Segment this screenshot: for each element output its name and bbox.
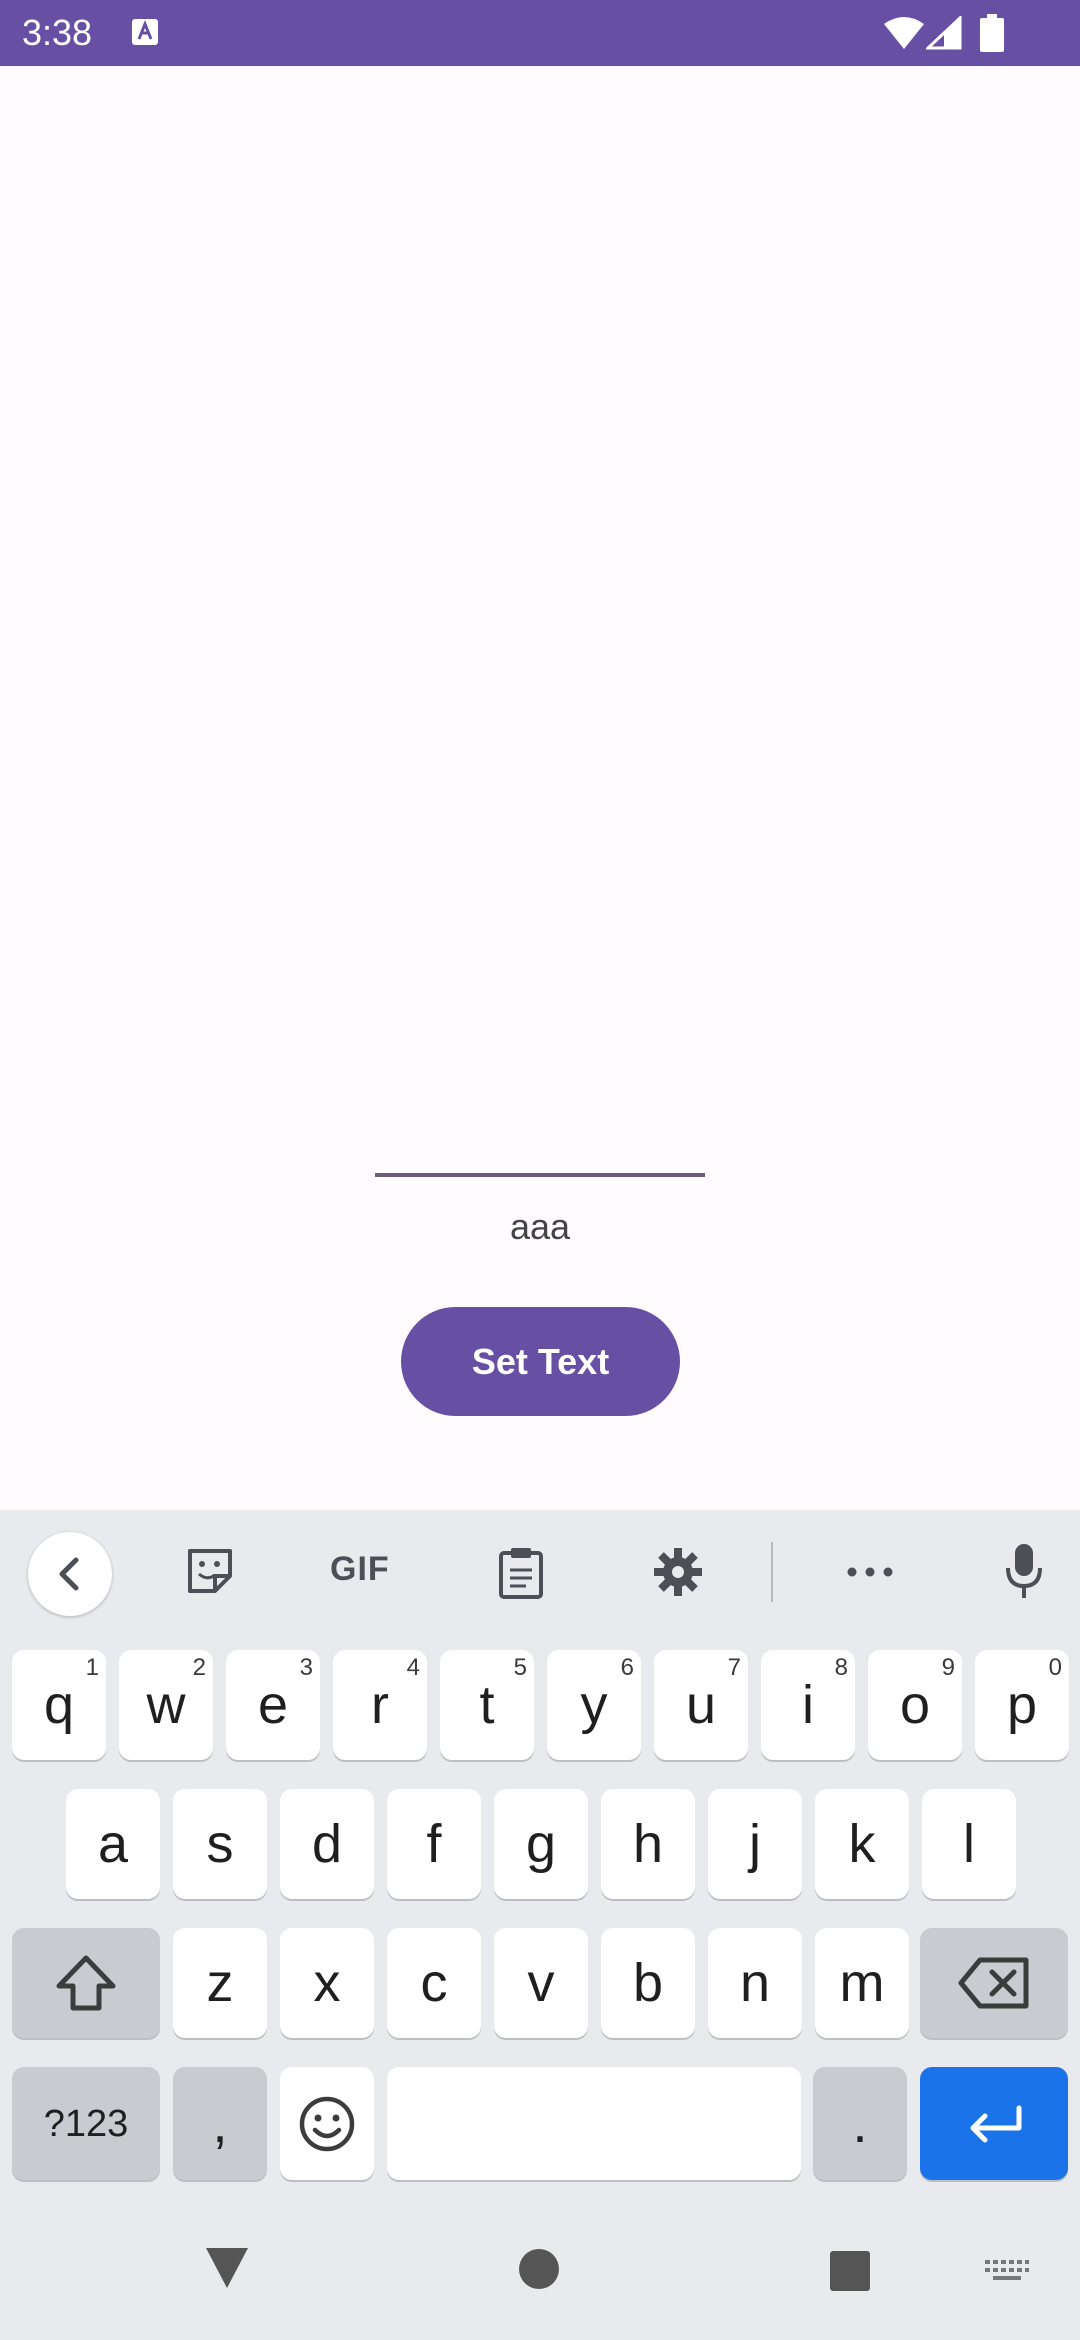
keyboard-switch-icon[interactable] <box>985 2260 1029 2284</box>
key-z[interactable]: z <box>173 1928 267 2038</box>
key-e[interactable]: e3 <box>226 1650 320 1760</box>
key-s[interactable]: s <box>173 1789 267 1899</box>
key-q[interactable]: q1 <box>12 1650 106 1760</box>
microphone-icon[interactable] <box>1004 1542 1044 1600</box>
key-h[interactable]: h <box>601 1789 695 1899</box>
key-a[interactable]: a <box>66 1789 160 1899</box>
enter-key[interactable] <box>920 2067 1068 2180</box>
recents-square-icon[interactable] <box>829 2250 871 2292</box>
key-t[interactable]: t5 <box>440 1650 534 1760</box>
gif-button[interactable]: GIF <box>330 1550 390 1589</box>
signal-icon <box>926 16 962 50</box>
backspace-key[interactable] <box>920 1928 1068 2038</box>
toolbar-divider <box>771 1542 773 1602</box>
key-p[interactable]: p0 <box>975 1650 1069 1760</box>
key-g[interactable]: g <box>494 1789 588 1899</box>
key-y[interactable]: y6 <box>547 1650 641 1760</box>
status-bar: 3:38 <box>0 0 1080 66</box>
back-triangle-icon[interactable] <box>204 2246 250 2290</box>
chevron-left-icon <box>59 1557 79 1591</box>
key-i[interactable]: i8 <box>761 1650 855 1760</box>
key-b[interactable]: b <box>601 1928 695 2038</box>
set-text-button[interactable]: Set Text <box>401 1307 680 1416</box>
key-w[interactable]: w2 <box>119 1650 213 1760</box>
text-input-underline[interactable] <box>375 1173 705 1177</box>
symbols-key[interactable]: ?123 <box>12 2067 160 2180</box>
key-l[interactable]: l <box>922 1789 1016 1899</box>
smiley-emoji-icon <box>299 2096 355 2151</box>
enter-return-icon <box>970 2105 1022 2142</box>
space-key[interactable] <box>387 2067 801 2180</box>
display-text: aaa <box>509 1206 571 1247</box>
keyboard-toolbar: GIF <box>0 1510 1080 1630</box>
battery-icon <box>980 14 1004 52</box>
status-time: 3:38 <box>22 12 93 53</box>
key-o[interactable]: o9 <box>868 1650 962 1760</box>
sticker-icon[interactable] <box>185 1546 235 1596</box>
key-c[interactable]: c <box>387 1928 481 2038</box>
key-k[interactable]: k <box>815 1789 909 1899</box>
key-m[interactable]: m <box>815 1928 909 2038</box>
key-j[interactable]: j <box>708 1789 802 1899</box>
key-r[interactable]: r4 <box>333 1650 427 1760</box>
home-circle-icon[interactable] <box>518 2248 560 2290</box>
shift-arrow-icon <box>56 1955 116 2011</box>
navigation-bar <box>0 2200 1080 2340</box>
period-key[interactable]: . <box>813 2067 907 2180</box>
toolbar-back-button[interactable] <box>28 1532 112 1616</box>
more-options-icon[interactable] <box>844 1546 896 1598</box>
shift-key[interactable] <box>12 1928 160 2038</box>
backspace-icon <box>958 1957 1029 2009</box>
clipboard-icon[interactable] <box>496 1546 546 1600</box>
key-n[interactable]: n <box>708 1928 802 2038</box>
wifi-icon <box>884 17 924 49</box>
key-d[interactable]: d <box>280 1789 374 1899</box>
key-v[interactable]: v <box>494 1928 588 2038</box>
emoji-key[interactable] <box>280 2067 374 2180</box>
settings-gear-icon[interactable] <box>652 1546 704 1598</box>
key-x[interactable]: x <box>280 1928 374 2038</box>
keyboard-notification-icon <box>132 19 158 45</box>
key-f[interactable]: f <box>387 1789 481 1899</box>
comma-key[interactable]: , <box>173 2067 267 2180</box>
key-u[interactable]: u7 <box>654 1650 748 1760</box>
